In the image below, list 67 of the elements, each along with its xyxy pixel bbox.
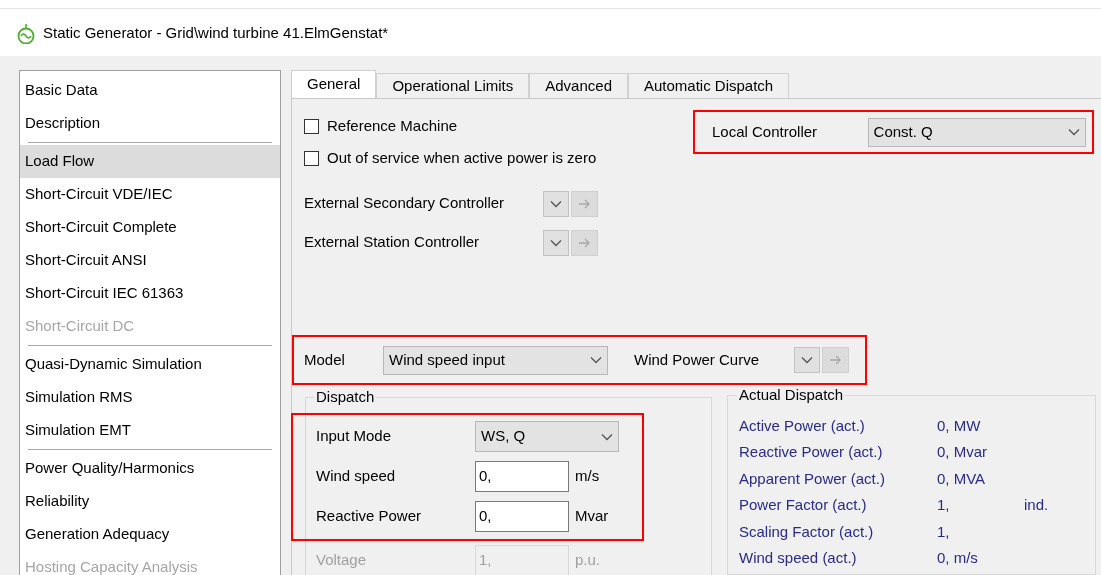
result-value: 0, Mvar: [937, 442, 988, 462]
group-title: Actual Dispatch: [738, 385, 845, 405]
unit-label: Mvar: [575, 506, 609, 527]
field-label: Wind speed: [316, 467, 396, 485]
dropdown-button[interactable]: [543, 229, 569, 256]
result-label: Scaling Factor (act.): [739, 521, 875, 542]
dropdown[interactable]: WS, Q: [475, 421, 619, 452]
checkbox-label: Out of service when active power is zero: [327, 147, 597, 168]
result-label: Apparent Power (act.): [739, 468, 886, 489]
group-title: Dispatch: [315, 387, 376, 407]
controller-label: External Secondary Controller: [304, 193, 506, 214]
unit-label: p.u.: [575, 550, 601, 571]
result-unit: ind.: [1024, 495, 1049, 515]
sidebar-item[interactable]: Load Flow: [20, 145, 280, 178]
arrow-right-icon: [578, 237, 591, 248]
dropdown[interactable]: Const. Q: [867, 117, 1086, 147]
sidebar-item[interactable]: Generation Adequacy: [20, 518, 280, 551]
chevron-down-icon: [801, 356, 813, 364]
result-value: 1,: [937, 495, 951, 515]
sidebar-item[interactable]: Short-Circuit IEC 61363: [20, 277, 280, 310]
tab[interactable]: General: [291, 70, 377, 98]
local-controller-label: Local Controller: [712, 121, 819, 142]
model-label: Model: [304, 349, 346, 370]
tab[interactable]: Operational Limits: [376, 73, 530, 98]
sidebar-item[interactable]: Reliability: [20, 485, 280, 518]
sidebar-item[interactable]: Simulation EMT: [20, 414, 280, 447]
input-field[interactable]: 0,: [475, 501, 569, 532]
chevron-down-icon: [590, 356, 602, 364]
result-label: Reactive Power (act.): [739, 442, 884, 462]
sidebar-item[interactable]: Short-Circuit ANSI: [20, 244, 280, 277]
field-label: Voltage: [316, 551, 367, 569]
checkbox-label: Reference Machine: [327, 115, 458, 136]
generator-icon: [17, 23, 35, 44]
dropdown-button[interactable]: [543, 190, 569, 217]
sidebar-item[interactable]: Short-Circuit Complete: [20, 211, 280, 244]
field-label: Reactive Power: [316, 507, 422, 525]
sidebar-item[interactable]: Basic Data: [20, 74, 280, 107]
dropdown[interactable]: Wind speed input: [383, 345, 608, 375]
tab[interactable]: Advanced: [529, 73, 628, 98]
input-field[interactable]: 0,: [475, 461, 569, 492]
result-label: Active Power (act.): [739, 415, 866, 436]
unit-label: m/s: [575, 466, 600, 487]
result-value: 0, m/s: [937, 548, 979, 568]
controller-label: External Station Controller: [304, 232, 481, 253]
checkbox[interactable]: [304, 150, 319, 166]
chevron-down-icon: [601, 432, 613, 441]
checkbox[interactable]: [304, 118, 319, 134]
arrow-right-icon: [829, 355, 842, 365]
result-value: 1,: [937, 521, 951, 542]
result-label: Power Factor (act.): [739, 495, 868, 515]
sidebar-item[interactable]: Power Quality/Harmonics: [20, 452, 280, 485]
window-title: Static Generator - Grid\wind turbine 41.ElmGenstat*: [43, 23, 389, 44]
sidebar-item[interactable]: Simulation RMS: [20, 381, 280, 414]
sidebar-item[interactable]: Description: [20, 107, 280, 140]
dropdown-button[interactable]: [794, 347, 820, 373]
result-label: Wind speed (act.): [739, 548, 858, 568]
chevron-down-icon: [550, 199, 562, 208]
result-value: 0, MVA: [937, 468, 987, 489]
chevron-down-icon: [550, 238, 562, 247]
chevron-down-icon: [1068, 128, 1080, 136]
field-label: Input Mode: [316, 427, 392, 445]
curve-label: Wind Power Curve: [634, 349, 761, 370]
sidebar-item[interactable]: Short-Circuit VDE/IEC: [20, 178, 280, 211]
result-value: 0, MW: [937, 415, 982, 436]
arrow-right-icon: [578, 198, 591, 209]
sidebar-item[interactable]: Quasi-Dynamic Simulation: [20, 348, 280, 381]
tab[interactable]: Automatic Dispatch: [628, 73, 790, 98]
